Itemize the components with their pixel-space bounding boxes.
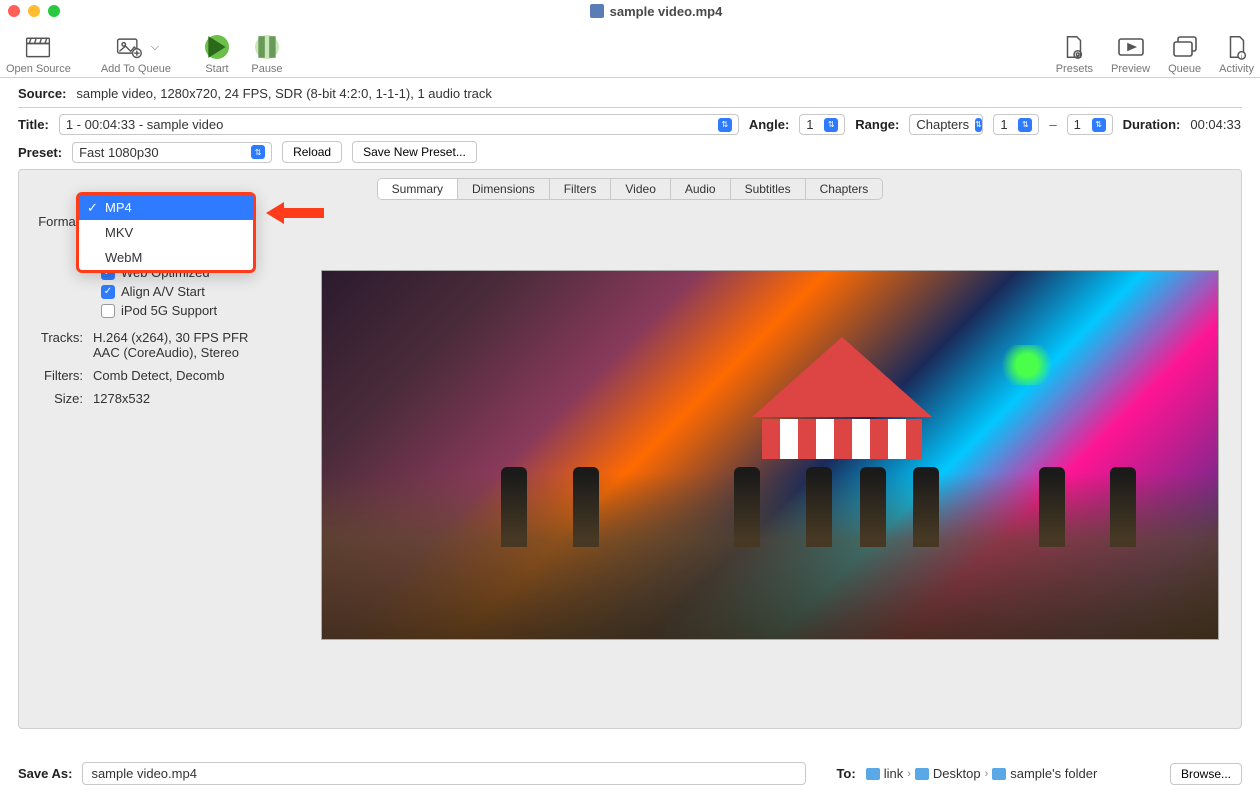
range-dash: – <box>1049 117 1056 132</box>
align-av-checkbox[interactable]: ✓ Align A/V Start <box>101 284 291 299</box>
range-label: Range: <box>855 117 899 132</box>
tab-dimensions[interactable]: Dimensions <box>458 179 550 199</box>
window-controls <box>8 5 60 17</box>
add-picture-icon <box>113 33 145 61</box>
tab-audio[interactable]: Audio <box>671 179 731 199</box>
chevron-down-icon[interactable]: ⌵ <box>151 41 159 54</box>
annotation-arrow <box>266 198 326 231</box>
save-as-input[interactable]: sample video.mp4 <box>82 762 806 785</box>
format-option-mp4[interactable]: MP4 <box>79 195 253 220</box>
minimize-window-button[interactable] <box>28 5 40 17</box>
chevron-updown-icon: ⇅ <box>251 145 265 159</box>
preset-select[interactable]: Fast 1080p30 ⇅ <box>72 142 272 163</box>
folder-icon <box>992 768 1006 780</box>
source-row: Source: sample video, 1280x720, 24 FPS, … <box>18 86 1242 101</box>
chevron-right-icon: › <box>907 768 911 780</box>
duration-value: 00:04:33 <box>1190 117 1241 132</box>
tracks-label: Tracks: <box>31 330 83 360</box>
chevron-updown-icon: ⇅ <box>824 118 838 132</box>
duration-label: Duration: <box>1123 117 1181 132</box>
angle-select[interactable]: 1 ⇅ <box>799 114 845 135</box>
preset-label: Preset: <box>18 145 62 160</box>
tab-subtitles[interactable]: Subtitles <box>731 179 806 199</box>
svg-text:i: i <box>1241 54 1242 60</box>
range-from-select[interactable]: 1 ⇅ <box>993 114 1039 135</box>
pause-button[interactable]: Pause <box>251 33 283 75</box>
folder-icon <box>866 768 880 780</box>
checkbox-checked-icon: ✓ <box>101 285 115 299</box>
preview-button[interactable]: Preview <box>1111 33 1150 75</box>
clapperboard-icon <box>22 33 54 61</box>
activity-icon: i <box>1221 33 1253 61</box>
size-value: 1278x532 <box>93 391 291 406</box>
reload-button[interactable]: Reload <box>282 141 342 163</box>
bottom-bar: Save As: sample video.mp4 To: link › Des… <box>0 754 1260 803</box>
save-new-preset-button[interactable]: Save New Preset... <box>352 141 477 163</box>
toolbar: Open Source ⌵ Add To Queue Start Pause <box>0 22 1260 78</box>
tab-chapters[interactable]: Chapters <box>806 179 883 199</box>
title-select[interactable]: 1 - 00:04:33 - sample video ⇅ <box>59 114 739 135</box>
chevron-right-icon: › <box>985 768 989 780</box>
title-label: Title: <box>18 117 49 132</box>
checkbox-unchecked-icon <box>101 304 115 318</box>
tab-filters[interactable]: Filters <box>550 179 612 199</box>
window-title-text: sample video.mp4 <box>610 4 723 19</box>
folder-icon <box>915 768 929 780</box>
tab-summary[interactable]: Summary <box>378 179 458 199</box>
size-label: Size: <box>31 391 83 406</box>
angle-label: Angle: <box>749 117 789 132</box>
zoom-window-button[interactable] <box>48 5 60 17</box>
presets-button[interactable]: Presets <box>1056 33 1093 75</box>
tracks-value: H.264 (x264), 30 FPS PFR AAC (CoreAudio)… <box>93 330 291 360</box>
start-button[interactable]: Start <box>201 33 233 75</box>
queue-button[interactable]: Queue <box>1168 33 1201 75</box>
range-to-select[interactable]: 1 ⇅ <box>1067 114 1113 135</box>
title-row: Title: 1 - 00:04:33 - sample video ⇅ Ang… <box>18 114 1242 135</box>
filters-label: Filters: <box>31 368 83 383</box>
tab-video[interactable]: Video <box>611 179 670 199</box>
title-bar: sample video.mp4 <box>0 0 1260 22</box>
chevron-updown-icon: ⇅ <box>1018 118 1032 132</box>
source-value: sample video, 1280x720, 24 FPS, SDR (8-b… <box>76 86 492 101</box>
preset-row: Preset: Fast 1080p30 ⇅ Reload Save New P… <box>18 141 1242 163</box>
queue-icon <box>1169 33 1201 61</box>
format-dropdown[interactable]: MP4 MKV WebM <box>76 192 256 273</box>
preview-icon <box>1115 33 1147 61</box>
save-as-label: Save As: <box>18 766 72 781</box>
destination-breadcrumb[interactable]: link › Desktop › sample's folder <box>866 766 1098 781</box>
chevron-updown-icon: ⇅ <box>718 118 732 132</box>
add-to-queue-button[interactable]: ⌵ Add To Queue <box>101 33 171 75</box>
chevron-updown-icon: ⇅ <box>1092 118 1106 132</box>
preview-thumbnail <box>321 270 1219 640</box>
chevron-updown-icon: ⇅ <box>975 118 982 132</box>
source-label: Source: <box>18 86 66 101</box>
activity-button[interactable]: i Activity <box>1219 33 1254 75</box>
filters-value: Comb Detect, Decomb <box>93 368 291 383</box>
pause-icon <box>255 35 279 59</box>
play-icon <box>205 35 229 59</box>
document-icon <box>590 4 604 18</box>
document-gear-icon <box>1058 33 1090 61</box>
to-label: To: <box>836 766 855 781</box>
window-title: sample video.mp4 <box>60 4 1252 19</box>
close-window-button[interactable] <box>8 5 20 17</box>
format-option-webm[interactable]: WebM <box>79 245 253 270</box>
browse-button[interactable]: Browse... <box>1170 763 1242 785</box>
range-mode-select[interactable]: Chapters ⇅ <box>909 114 983 135</box>
ipod-5g-checkbox[interactable]: iPod 5G Support <box>101 303 291 318</box>
open-source-button[interactable]: Open Source <box>6 33 71 75</box>
format-option-mkv[interactable]: MKV <box>79 220 253 245</box>
